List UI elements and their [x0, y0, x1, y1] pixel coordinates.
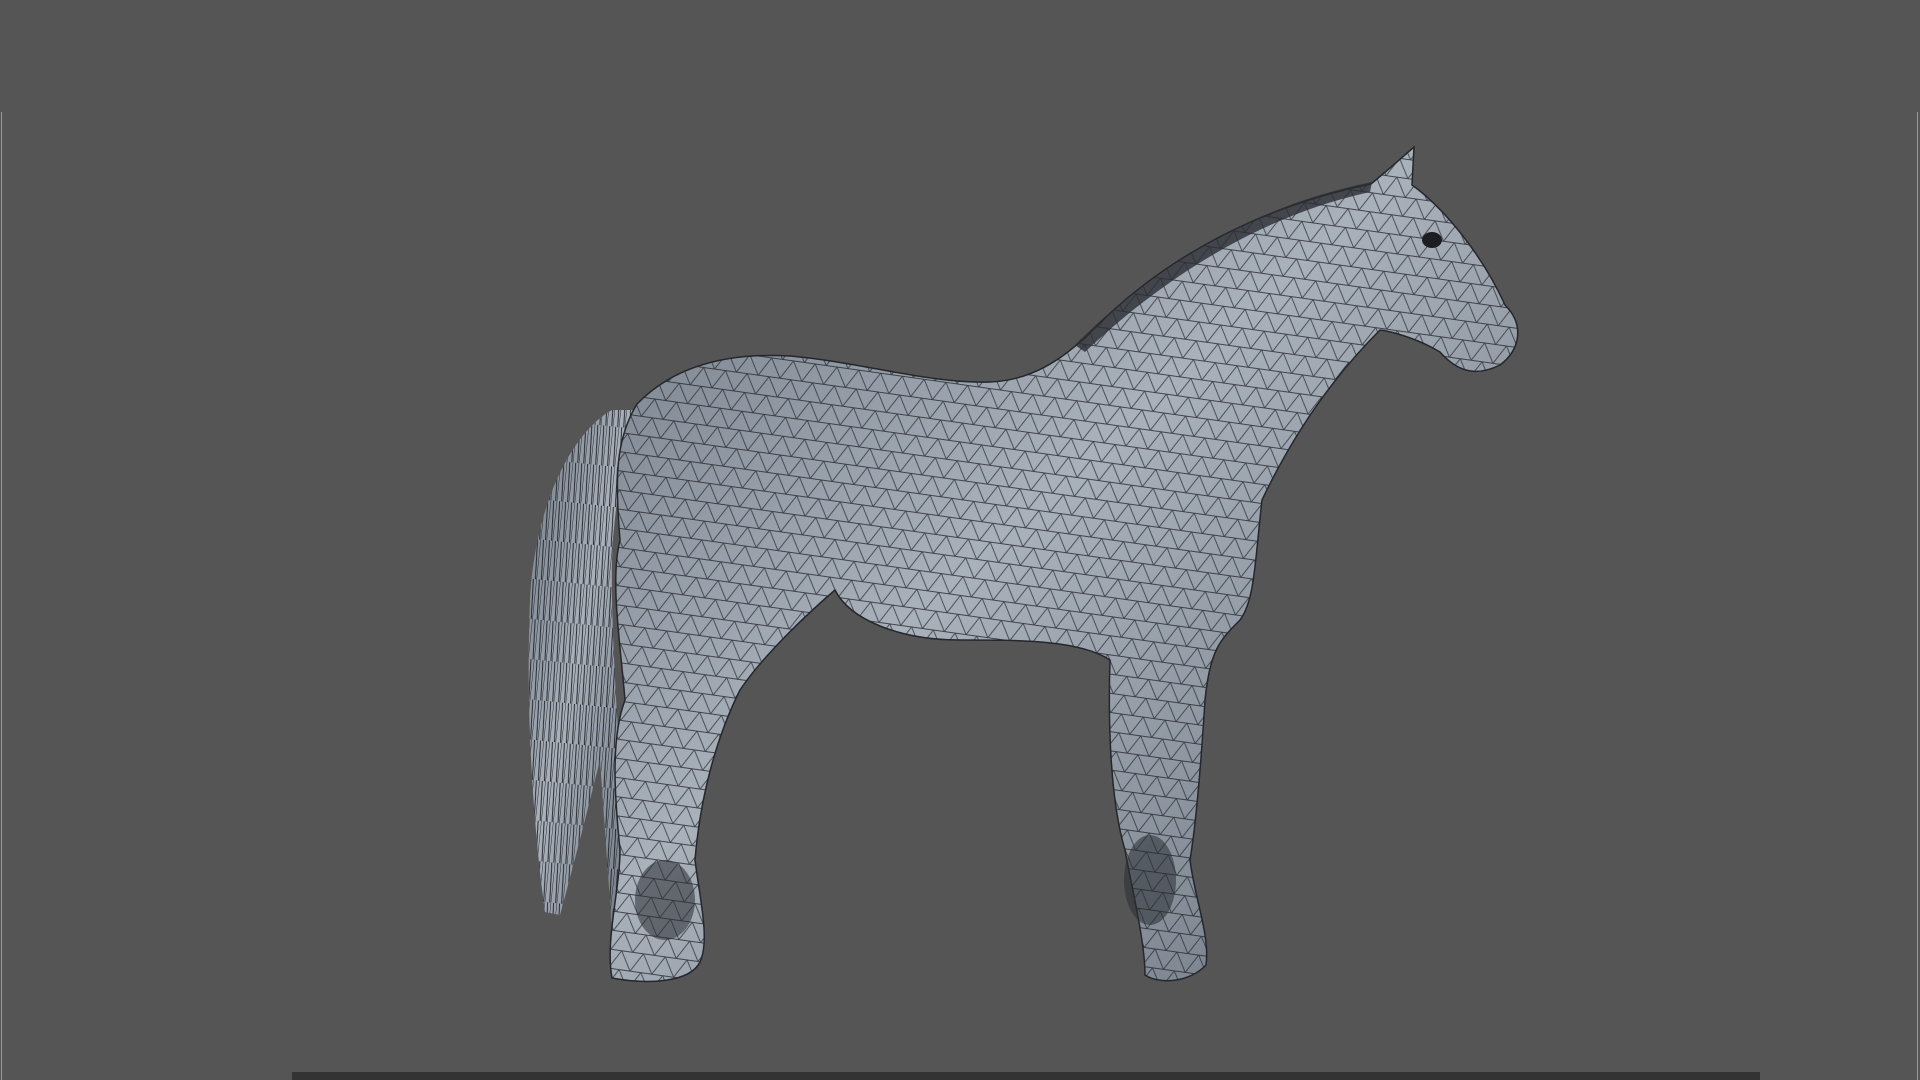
horse-eye	[1422, 232, 1442, 248]
horse-body	[609, 145, 1519, 983]
hoof-feathering	[635, 835, 1176, 940]
3d-viewport[interactable]	[0, 0, 1920, 1080]
